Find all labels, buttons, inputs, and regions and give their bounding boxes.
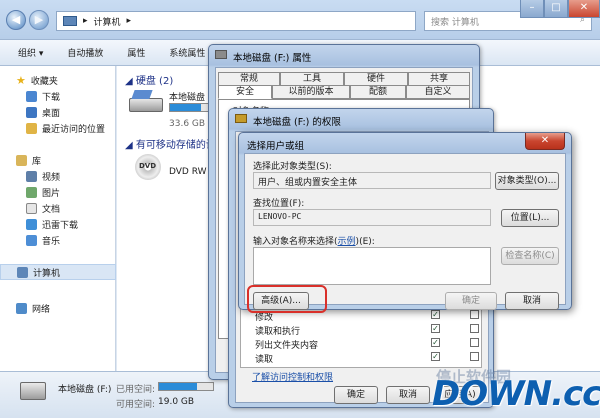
music-icon [26,235,37,246]
perm-ok-button[interactable]: 确定 [334,386,378,404]
nav-item-pictures[interactable]: 图片 [26,186,60,199]
nav-item-downloads[interactable]: 下载 [26,90,60,103]
address-bar[interactable]: ▸ 计算机 ▸ [56,11,416,31]
desktop-icon [26,107,37,118]
system-properties-button[interactable]: 系统属性 [169,46,205,59]
deny-checkbox[interactable] [470,310,479,319]
folder-icon [235,114,247,123]
properties-dialog-title: 本地磁盘 (F:) 属性 [233,53,312,64]
nav-computer[interactable]: 计算机 [0,264,116,280]
drive-name[interactable]: 本地磁盘 [169,90,205,103]
deny-checkbox[interactable] [470,324,479,333]
tab-previous-versions[interactable]: 以前的版本 [272,85,350,99]
perm-cancel-button[interactable]: 取消 [386,386,430,404]
breadcrumb-computer[interactable]: 计算机 [94,15,121,28]
permission-row: 列出文件夹内容 ✓ [255,338,479,351]
video-icon [26,171,37,182]
removable-group-header[interactable]: ◢ 有可移动存储的设 [125,136,216,151]
location-label: 查找位置(F): [253,199,305,209]
status-drive-name: 本地磁盘 (F:) [58,385,112,395]
allow-checkbox[interactable]: ✓ [431,310,440,319]
locations-button[interactable]: 位置(L)... [501,209,559,227]
tab-customize[interactable]: 自定义 [406,85,470,99]
organize-button[interactable]: 组织 ▾ [18,46,43,59]
status-free-value: 19.0 GB [158,397,195,407]
star-icon: ★ [16,74,26,87]
tab-general[interactable]: 常规 [218,72,280,86]
close-button[interactable]: ✕ [568,0,600,18]
object-names-input[interactable] [253,247,491,285]
drive-icon [20,382,46,400]
check-names-button[interactable]: 检查名称(C) [501,247,559,265]
navigation-pane: ★ 收藏夹 下载 桌面 最近访问的位置 库 视频 图片 文档 迅雷下载 音乐 计… [0,66,116,371]
document-icon [26,203,37,214]
download-folder-icon [26,91,37,102]
computer-icon [17,266,28,278]
deny-checkbox[interactable] [470,352,479,361]
location-field: LENOVO-PC [253,209,491,226]
properties-button[interactable]: 属性 [127,46,145,59]
maximize-button[interactable]: □ [544,0,568,18]
recent-places-icon [26,123,37,134]
allow-checkbox[interactable]: ✓ [431,352,440,361]
status-usage-bar [158,382,214,391]
network-icon [16,303,27,314]
tab-quota[interactable]: 配额 [350,85,406,99]
object-types-button[interactable]: 对象类型(O)... [495,172,559,190]
autoplay-button[interactable]: 自动播放 [67,46,103,59]
watermark: 停止软件园 DOWN.cc [430,366,600,418]
select-users-dialog-title: 选择用户或组 [247,141,305,152]
permission-list: 修改 ✓ 读取和执行 ✓ 列出文件夹内容 ✓ 读取 ✓ [240,308,482,368]
explorer-titlebar: ◀ ▶ ▸ 计算机 ▸ 搜索 计算机 ⌕ – □ ✕ [0,0,600,40]
thunder-download-icon [26,219,37,230]
dvd-drive-icon[interactable]: DVD [135,154,161,180]
nav-item-music[interactable]: 音乐 [26,234,60,247]
tab-sharing[interactable]: 共享 [408,72,470,86]
nav-favorites[interactable]: ★ 收藏夹 [16,74,58,87]
nav-item-documents[interactable]: 文档 [26,202,60,215]
permission-row: 读取和执行 ✓ [255,324,479,337]
drive-icon[interactable] [129,90,163,114]
tab-tools[interactable]: 工具 [280,72,344,86]
deny-checkbox[interactable] [470,338,479,347]
access-control-help-link[interactable]: 了解访问控制和权限 [252,370,333,383]
select-cancel-button[interactable]: 取消 [505,292,559,310]
watermark-logo: DOWN.cc [432,374,600,414]
select-ok-button[interactable]: 确定 [445,292,497,310]
minimize-button[interactable]: – [520,0,544,18]
status-free-label: 可用空间: [116,400,156,410]
permission-row: 读取 ✓ [255,352,479,365]
nav-network[interactable]: 网络 [16,302,50,315]
picture-icon [26,187,37,198]
nav-item-recent[interactable]: 最近访问的位置 [26,122,105,135]
back-button[interactable]: ◀ [6,10,26,30]
nav-item-videos[interactable]: 视频 [26,170,60,183]
drive-icon [215,50,227,59]
library-icon [16,155,27,166]
tab-hardware[interactable]: 硬件 [344,72,408,86]
advanced-button-highlight [247,285,327,313]
computer-icon [63,16,77,26]
object-type-field: 用户、组或内置安全主体 [253,172,491,189]
nav-item-thunder-downloads[interactable]: 迅雷下载 [26,218,78,231]
allow-checkbox[interactable]: ✓ [431,338,440,347]
forward-button[interactable]: ▶ [29,10,49,30]
close-icon[interactable]: ✕ [525,133,565,150]
permissions-dialog-title: 本地磁盘 (F:) 的权限 [253,117,341,128]
nav-item-desktop[interactable]: 桌面 [26,106,60,119]
select-users-dialog: 选择用户或组 ✕ 选择此对象类型(S): 用户、组或内置安全主体 对象类型(O)… [238,132,572,313]
tab-security[interactable]: 安全 [218,85,272,99]
object-type-label: 选择此对象类型(S): [253,162,332,172]
status-used-label: 已用空间: [116,385,156,395]
nav-library[interactable]: 库 [16,154,41,167]
examples-link[interactable]: 示例 [338,237,356,247]
allow-checkbox[interactable]: ✓ [431,324,440,333]
object-names-label: 输入对象名称来选择(示例)(E): [253,237,375,247]
hdd-group-header[interactable]: ◢ 硬盘 (2) [125,72,173,87]
